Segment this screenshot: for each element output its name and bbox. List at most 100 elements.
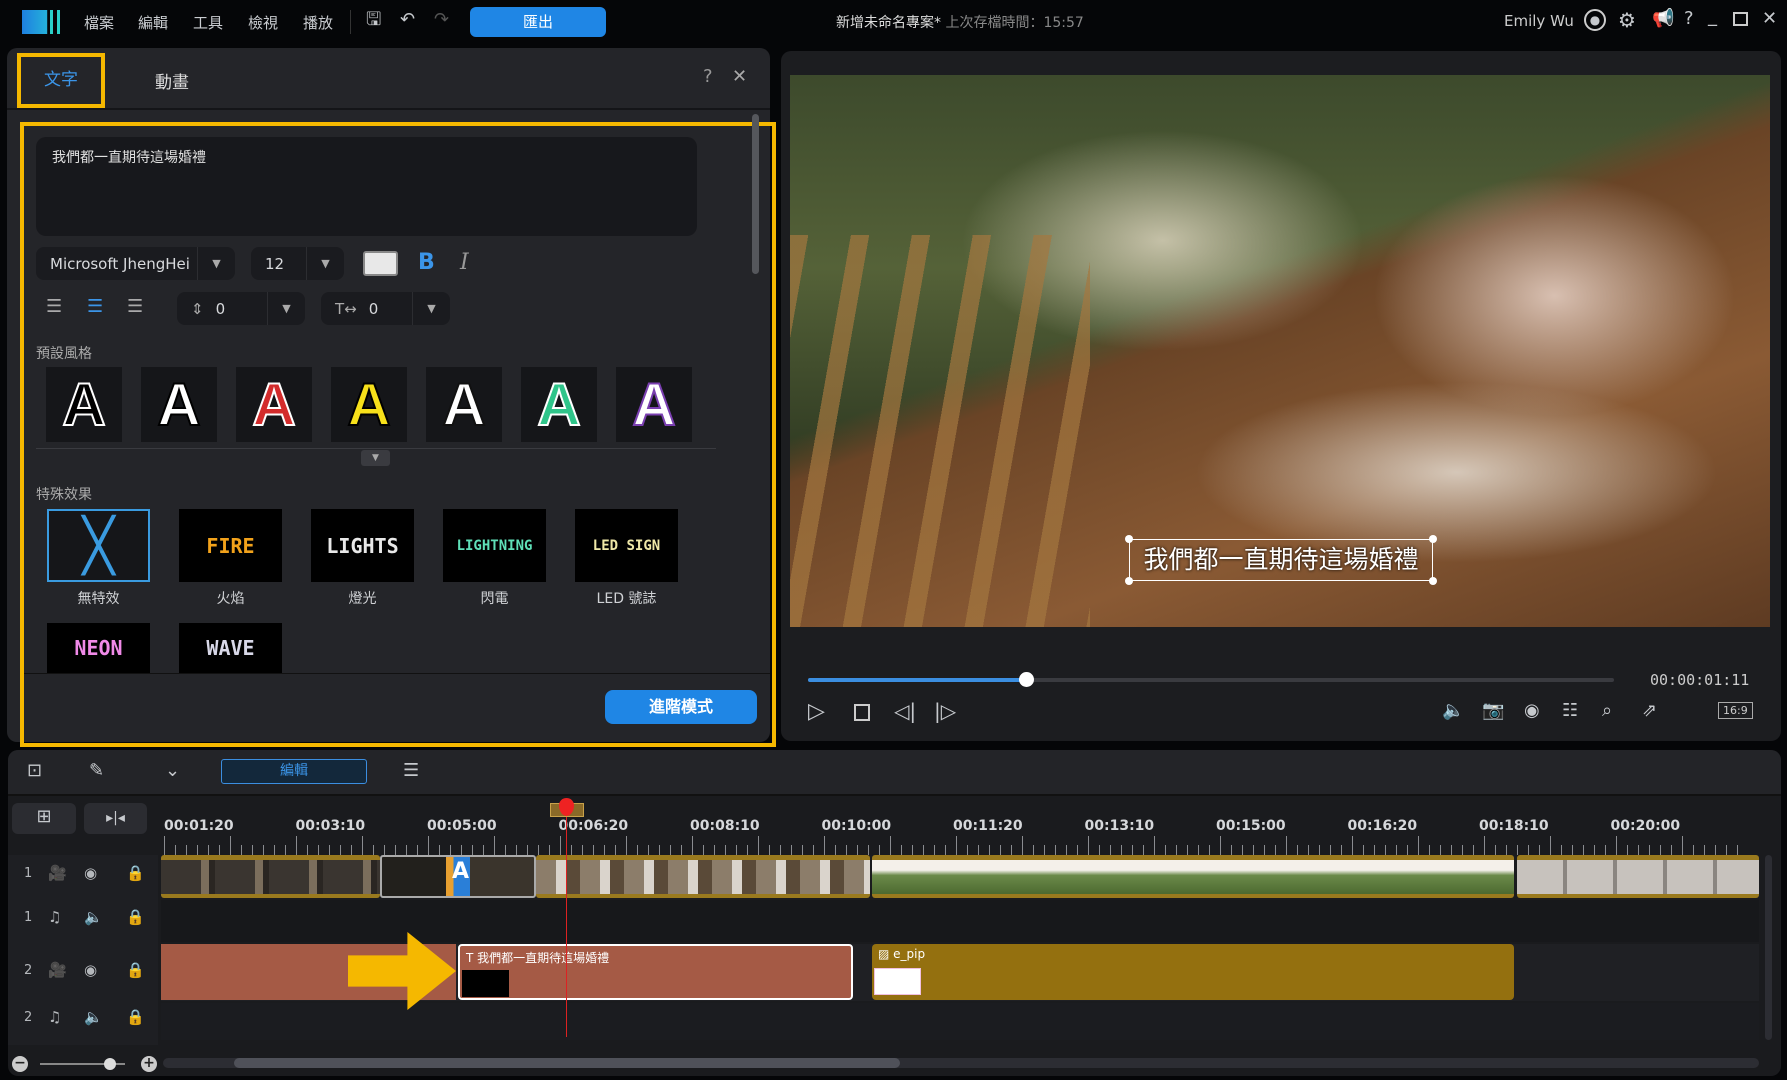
effect-7[interactable]: WAVE	[179, 623, 282, 673]
video-clip[interactable]	[161, 855, 380, 898]
lock-icon[interactable]: 🔒	[126, 1008, 145, 1026]
edit-button[interactable]: 編輯	[221, 759, 367, 784]
speaker-icon[interactable]: 🔈	[84, 908, 103, 926]
lock-icon[interactable]: 🔒	[126, 908, 145, 926]
menu-play[interactable]: 播放	[303, 12, 333, 33]
resize-handle[interactable]	[1125, 535, 1133, 543]
size-select[interactable]: 12 ▼	[251, 247, 344, 280]
playhead-line[interactable]	[566, 815, 567, 1037]
italic-button[interactable]: I	[460, 250, 469, 275]
font-color-swatch[interactable]	[363, 251, 398, 276]
external-window-icon[interactable]: ⇗	[1642, 702, 1657, 720]
ruler-tick	[615, 845, 616, 855]
preset-style-1[interactable]: A	[46, 367, 122, 442]
user-name[interactable]: Emily Wu	[1504, 12, 1574, 30]
seek-bar[interactable]	[808, 678, 1614, 682]
play-icon[interactable]: ▷	[808, 701, 825, 723]
tools-icon[interactable]: ⊡	[27, 762, 42, 780]
zoom-slider-handle[interactable]	[104, 1058, 116, 1070]
preset-style-2[interactable]: A	[141, 367, 217, 442]
pip-clip[interactable]: ▨ e_pip	[872, 944, 1514, 1000]
ruler-tick	[1231, 845, 1232, 855]
effect-4[interactable]: LIGHTNING	[443, 509, 546, 582]
redo-icon[interactable]: ↷	[434, 11, 449, 29]
advanced-mode-button[interactable]: 進階模式	[605, 690, 757, 724]
effect-3[interactable]: LIGHTS	[311, 509, 414, 582]
tab-animation[interactable]: 動畫	[155, 68, 189, 93]
resize-handle[interactable]	[1429, 535, 1437, 543]
expand-presets-button[interactable]: ▼	[361, 450, 390, 466]
export-button[interactable]: 匯出	[470, 7, 606, 37]
effect-6[interactable]: NEON	[47, 623, 150, 673]
volume-icon[interactable]: 🔈	[1442, 702, 1464, 720]
undo-icon[interactable]: ↶	[400, 11, 415, 29]
save-time: 上次存檔時間：15:57	[945, 15, 1084, 31]
effect-1[interactable]: ╳	[47, 509, 150, 582]
render-preview-icon[interactable]: ◉	[1524, 702, 1540, 720]
menu-view[interactable]: 檢視	[248, 12, 278, 33]
timeline-scrollbar[interactable]	[163, 1058, 1759, 1068]
stop-icon[interactable]	[854, 704, 870, 721]
eye-icon[interactable]: ◉	[84, 864, 97, 882]
align-left-icon[interactable]: ☰	[46, 298, 62, 316]
char-spacing-select[interactable]: T↔ 0 ▼	[321, 292, 450, 325]
fit-timeline-button[interactable]: ▸|◂	[84, 803, 147, 834]
next-frame-icon[interactable]: |▷	[934, 701, 956, 721]
avatar-icon[interactable]: ●	[1584, 9, 1606, 31]
list-icon[interactable]: ☷	[1562, 702, 1578, 720]
eye-icon[interactable]: ◉	[84, 961, 97, 979]
save-icon[interactable]: 🖫	[366, 11, 381, 29]
subtitle-list-icon[interactable]: ☰	[403, 762, 419, 780]
zoom-out-button[interactable]: −	[12, 1056, 28, 1072]
camera-icon[interactable]: 📷	[1482, 702, 1504, 720]
effect-5[interactable]: LED SIGN	[575, 509, 678, 582]
text-clip[interactable]: T 我們都一直期待這場婚禮	[458, 944, 853, 1000]
close-window-icon[interactable]: ✕	[1762, 10, 1777, 28]
text-input[interactable]: 我們都一直期待這場婚禮	[36, 137, 697, 236]
zoom-in-button[interactable]: +	[141, 1056, 157, 1072]
effect-2[interactable]: FIRE	[179, 509, 282, 582]
previous-frame-icon[interactable]: ◁|	[894, 701, 916, 721]
video-clip[interactable]	[872, 855, 1514, 898]
align-right-icon[interactable]: ☰	[127, 298, 143, 316]
pen-icon[interactable]: ✎	[89, 762, 104, 780]
maximize-icon[interactable]	[1733, 12, 1748, 26]
preset-style-3[interactable]: A	[236, 367, 312, 442]
help-icon[interactable]: ?	[703, 68, 713, 86]
seek-handle[interactable]	[1018, 672, 1034, 687]
bold-button[interactable]: B	[418, 250, 435, 275]
line-spacing-select[interactable]: ⇕ 0 ▼	[177, 292, 305, 325]
megaphone-icon[interactable]: 📢	[1652, 10, 1674, 28]
resize-handle[interactable]	[1125, 577, 1133, 585]
gear-icon[interactable]: ⚙	[1618, 10, 1636, 30]
speaker-icon[interactable]: 🔈	[84, 1008, 103, 1026]
help-icon[interactable]: ?	[1684, 10, 1694, 28]
preset-style-7[interactable]: A	[616, 367, 692, 442]
align-center-icon[interactable]: ☰	[87, 298, 103, 316]
ruler-tick	[1143, 845, 1144, 855]
lock-icon[interactable]: 🔒	[126, 961, 145, 979]
preset-style-6[interactable]: A	[521, 367, 597, 442]
scrollbar-thumb[interactable]	[234, 1058, 900, 1068]
font-select[interactable]: Microsoft JhengHei ▼	[36, 247, 235, 280]
panel-scrollbar[interactable]	[752, 114, 759, 274]
video-clip[interactable]	[1517, 855, 1759, 898]
aspect-ratio-button[interactable]: 16:9	[1718, 702, 1753, 719]
add-track-button[interactable]: ⊞	[12, 803, 76, 834]
preset-style-4[interactable]: A	[331, 367, 407, 442]
menu-tools[interactable]: 工具	[193, 12, 223, 33]
lock-icon[interactable]: 🔒	[126, 864, 145, 882]
preset-style-5[interactable]: A	[426, 367, 502, 442]
minimize-icon[interactable]: _	[1708, 8, 1717, 26]
subtitle-overlay[interactable]: 我們都一直期待這場婚禮	[1129, 539, 1433, 581]
menu-edit[interactable]: 編輯	[138, 12, 168, 33]
zoom-screen-icon[interactable]: ⌕	[1602, 702, 1612, 720]
resize-handle[interactable]	[1429, 577, 1437, 585]
track-scrollbar[interactable]	[1765, 855, 1772, 1040]
close-icon[interactable]: ✕	[732, 68, 747, 86]
menu-file[interactable]: 檔案	[84, 12, 114, 33]
tab-text[interactable]: 文字	[17, 53, 105, 108]
transition-clip[interactable]: A	[380, 855, 536, 898]
chevron-circle-icon[interactable]: ⌄	[165, 762, 180, 780]
video-clip[interactable]	[536, 855, 870, 898]
